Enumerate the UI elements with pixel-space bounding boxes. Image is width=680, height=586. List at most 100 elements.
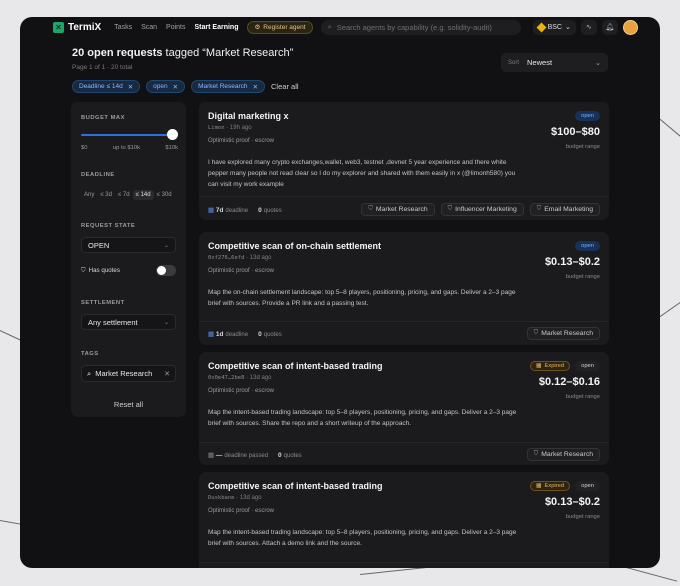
calendar-icon: ▦ <box>208 452 215 459</box>
network-selector[interactable]: BSC ⌄ <box>532 19 576 35</box>
nav-tasks[interactable]: Tasks <box>114 24 132 31</box>
deadline-7d[interactable]: ≤ 7d <box>115 190 133 200</box>
tag-label: Email Marketing <box>544 206 593 213</box>
filter-chip-state[interactable]: open ✕ <box>146 80 186 93</box>
network-label: BSC <box>547 23 562 31</box>
card-meta: Limon · 19h ago <box>208 125 252 131</box>
card-range-label: budget range <box>565 514 600 520</box>
tag-label: Market Research <box>541 330 593 337</box>
tag-pill[interactable]: ⛉ Email Marketing <box>529 203 600 216</box>
filter-chip-tag[interactable]: Market Research ✕ <box>191 80 266 93</box>
request-card[interactable]: Competitive scan of on-chain settlement … <box>199 232 609 345</box>
card-badges: ▦ Expired open <box>529 361 600 371</box>
request-state-value: OPEN <box>88 240 110 250</box>
close-icon[interactable]: ✕ <box>164 370 170 378</box>
quotes-count: 0 <box>258 330 262 338</box>
deadline-suffix: deadline <box>225 332 249 338</box>
search-input[interactable]: ⌕ Search agents by capability (e.g. soli… <box>320 19 521 35</box>
has-quotes-toggle[interactable] <box>156 265 176 276</box>
activity-icon: ∿ <box>585 24 592 31</box>
close-icon[interactable]: ✕ <box>128 83 133 91</box>
card-divider <box>199 321 609 322</box>
settlement-label: SETTLEMENT <box>81 300 125 306</box>
page-subtitle: Page 1 of 1 · 20 total <box>72 64 133 71</box>
nav-points[interactable]: Points <box>166 24 185 31</box>
status-badge: open <box>575 241 600 251</box>
deadline-suffix: deadline <box>225 208 249 214</box>
deadline-14d[interactable]: ≤ 14d <box>132 190 154 200</box>
nav-links: Tasks Scan Points Start Earning <box>114 24 238 31</box>
card-author[interactable]: Duskbane <box>208 495 235 501</box>
card-title[interactable]: Competitive scan of on-chain settlement <box>208 241 381 251</box>
sort-select[interactable]: Sort Newest ⌄ <box>501 53 608 72</box>
quotes-suffix: quotes <box>283 452 302 459</box>
tag-pill[interactable]: ⛉ Market Research <box>361 203 435 216</box>
brand-logo[interactable]: ✕ TermiX <box>53 21 102 33</box>
quotes-info: 0 quotes <box>278 452 302 459</box>
clear-all-button[interactable]: Clear all <box>271 82 299 91</box>
card-meta: Duskbane · 13d ago <box>208 495 262 501</box>
request-card[interactable]: Competitive scan of intent-based trading… <box>199 352 609 465</box>
card-meta: 0xf276…6efd · 13d ago <box>208 255 272 261</box>
status-badge: open <box>575 361 600 371</box>
tag-pill[interactable]: ⛉ Market Research <box>526 448 600 461</box>
quotes-suffix: quotes <box>263 331 282 338</box>
tag-pill[interactable]: ⛉ Market Research <box>526 327 600 340</box>
tag-pill[interactable]: ⛉ Influencer Marketing <box>440 203 524 216</box>
brand-icon: ✕ <box>53 21 64 33</box>
card-divider <box>199 562 609 563</box>
activity-button[interactable]: ∿ <box>580 19 597 35</box>
card-author[interactable]: Limon <box>208 125 225 131</box>
tags-label: TAGS <box>81 351 99 357</box>
card-description: Map the intent-based trading landscape: … <box>208 529 517 547</box>
card-title[interactable]: Digital marketing x <box>208 111 289 121</box>
calendar-icon: ▦ <box>208 331 215 338</box>
card-divider <box>199 442 609 443</box>
notifications-button[interactable]: 🔔︎ <box>601 19 618 35</box>
tag-icon: ⛉ <box>536 206 542 212</box>
reset-all-button[interactable]: Reset all <box>71 400 186 409</box>
filter-chip-deadline[interactable]: Deadline ≤ 14d ✕ <box>72 80 141 93</box>
register-agent-label: Register agent <box>263 23 306 31</box>
budget-slider-track[interactable] <box>81 134 173 136</box>
request-card[interactable]: Competitive scan of intent-based trading… <box>199 472 609 568</box>
calendar-icon: ▦ <box>535 483 542 489</box>
card-author[interactable]: 0xf276…6efd <box>208 255 244 261</box>
request-card[interactable]: Digital marketing x Limon · 19h ago Opti… <box>199 102 609 220</box>
filter-chip-label: open <box>153 83 168 90</box>
app-window: ✕ TermiX Tasks Scan Points Start Earning… <box>20 17 660 568</box>
deadline-3d[interactable]: ≤ 3d <box>97 190 115 200</box>
nav-scan[interactable]: Scan <box>141 24 157 31</box>
card-title[interactable]: Competitive scan of intent-based trading <box>208 361 383 371</box>
card-tags: ⛉ Market Research ⛉ Influencer Marketing ⛉… <box>361 203 600 216</box>
deadline-label: DEADLINE <box>81 172 115 178</box>
close-icon[interactable]: ✕ <box>173 83 178 91</box>
bell-icon: 🔔︎ <box>605 24 615 31</box>
page-title: 20 open requests tagged “Market Research… <box>72 47 293 59</box>
tag-icon: ⛉ <box>447 206 453 212</box>
register-agent-button[interactable]: ⚙ Register agent <box>247 20 313 34</box>
budget-slider-handle[interactable] <box>167 129 178 140</box>
card-title[interactable]: Competitive scan of intent-based trading <box>208 481 383 491</box>
search-icon: ⌕ <box>327 22 332 31</box>
card-tags: ⛉ Market Research <box>526 327 600 340</box>
sort-value: Newest <box>527 58 553 67</box>
card-badges: open <box>575 241 600 251</box>
tag-label: Market Research <box>541 451 593 458</box>
brand-name: TermiX <box>68 21 102 33</box>
request-state-select[interactable]: OPEN ⌄ <box>81 237 176 253</box>
tag-search-input[interactable]: ⌕ Market Research ✕ <box>81 365 176 382</box>
avatar[interactable] <box>622 19 638 35</box>
card-description: I have explored many crypto exchanges,wa… <box>208 159 516 188</box>
request-state-label: REQUEST STATE <box>81 223 136 229</box>
card-author[interactable]: 0x0e47…2be8 <box>208 375 244 381</box>
deadline-30d[interactable]: ≤ 30d <box>154 190 175 200</box>
status-badge: open <box>575 481 600 491</box>
budget-min: $0 <box>81 145 88 151</box>
close-icon[interactable]: ✕ <box>253 83 258 91</box>
chevron-down-icon: ⌄ <box>564 24 571 31</box>
deadline-any[interactable]: Any <box>81 190 97 200</box>
nav-start-earning[interactable]: Start Earning <box>195 24 239 31</box>
settlement-select[interactable]: Any settlement ⌄ <box>81 314 176 330</box>
chevron-down-icon: ⌄ <box>595 59 601 67</box>
